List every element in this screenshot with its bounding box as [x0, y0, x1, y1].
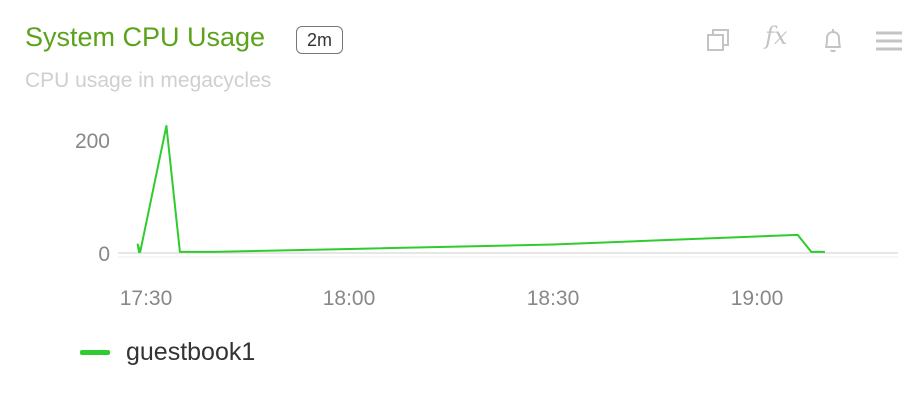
x-tick-label: 19:00	[731, 287, 784, 310]
y-tick-label: 0	[98, 243, 110, 266]
x-tick-label: 17:30	[120, 287, 173, 310]
legend[interactable]: guestbook1	[80, 336, 255, 368]
x-axis-ticks: 17:30 18:00 18:30 19:00	[120, 287, 784, 310]
legend-label-guestbook1: guestbook1	[126, 337, 256, 366]
x-tick-label: 18:00	[323, 287, 376, 310]
series-layer	[136, 124, 825, 254]
x-tick-label: 18:30	[527, 287, 580, 310]
y-tick-label: 200	[75, 130, 110, 153]
y-axis-ticks: 0 200	[75, 130, 110, 266]
series-line-guestbook1[interactable]	[136, 124, 825, 254]
legend-swatch-guestbook1	[80, 349, 110, 355]
line-chart: 0 200 17:30 18:00 18:30 19:00	[75, 124, 898, 310]
chart-panel: System CPU Usage 2m CPU usage in megacyc…	[0, 0, 922, 412]
